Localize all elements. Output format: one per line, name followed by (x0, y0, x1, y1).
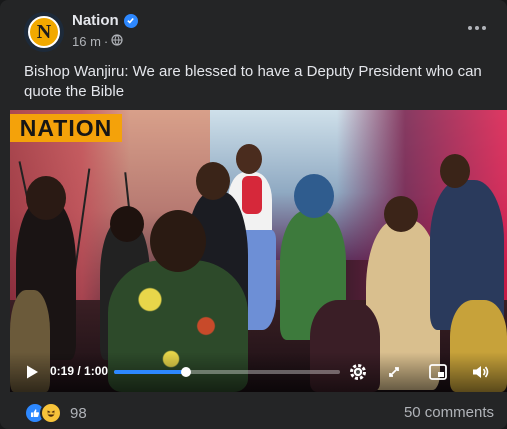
post-footer: 98 50 comments (24, 398, 494, 426)
person-head (440, 154, 470, 188)
play-icon[interactable] (24, 364, 40, 380)
post-header: N Nation 16 m · (20, 10, 495, 56)
post-time[interactable]: 16 m (72, 34, 101, 49)
haha-icon (40, 402, 62, 424)
video-time: 0:19 / 1:00 (50, 364, 109, 378)
picture-in-picture-icon[interactable] (428, 362, 448, 382)
page-name[interactable]: Nation (72, 12, 138, 29)
verified-badge-icon (123, 13, 138, 28)
video-controls: 0:19 / 1:00 (10, 352, 507, 392)
person-head (26, 176, 66, 220)
singer-scarf (242, 176, 262, 214)
person-head (110, 206, 144, 242)
reaction-count[interactable]: 98 (70, 405, 87, 422)
post-text: Bishop Wanjiru: We are blessed to have a… (24, 63, 482, 100)
settings-icon[interactable] (348, 362, 368, 382)
person-head-wrap (294, 174, 334, 218)
nation-watermark-logo: NATION (10, 114, 122, 142)
comments-link[interactable]: 50 comments (404, 404, 494, 421)
person-head (150, 210, 206, 272)
video-player[interactable]: NATION (10, 110, 507, 392)
fullscreen-icon[interactable] (384, 362, 404, 382)
globe-icon (111, 34, 123, 49)
author-name[interactable]: Nation (72, 12, 119, 29)
progress-scrubber[interactable] (181, 367, 192, 377)
video-progress-bar[interactable] (114, 367, 340, 377)
person-head (384, 196, 418, 232)
avatar-logo: N (28, 16, 60, 48)
post-card: N Nation 16 m · Bishop Wanjiru: We are b… (0, 0, 507, 429)
more-options-icon[interactable] (463, 18, 491, 38)
post-meta: 16 m · (72, 34, 123, 49)
person-head (196, 162, 230, 200)
volume-icon[interactable] (470, 362, 490, 382)
progress-fill (114, 370, 187, 374)
reactions-summary[interactable]: 98 (24, 402, 87, 424)
meta-separator: · (103, 34, 109, 49)
singer-head (236, 144, 262, 174)
avatar[interactable]: N (24, 12, 64, 52)
